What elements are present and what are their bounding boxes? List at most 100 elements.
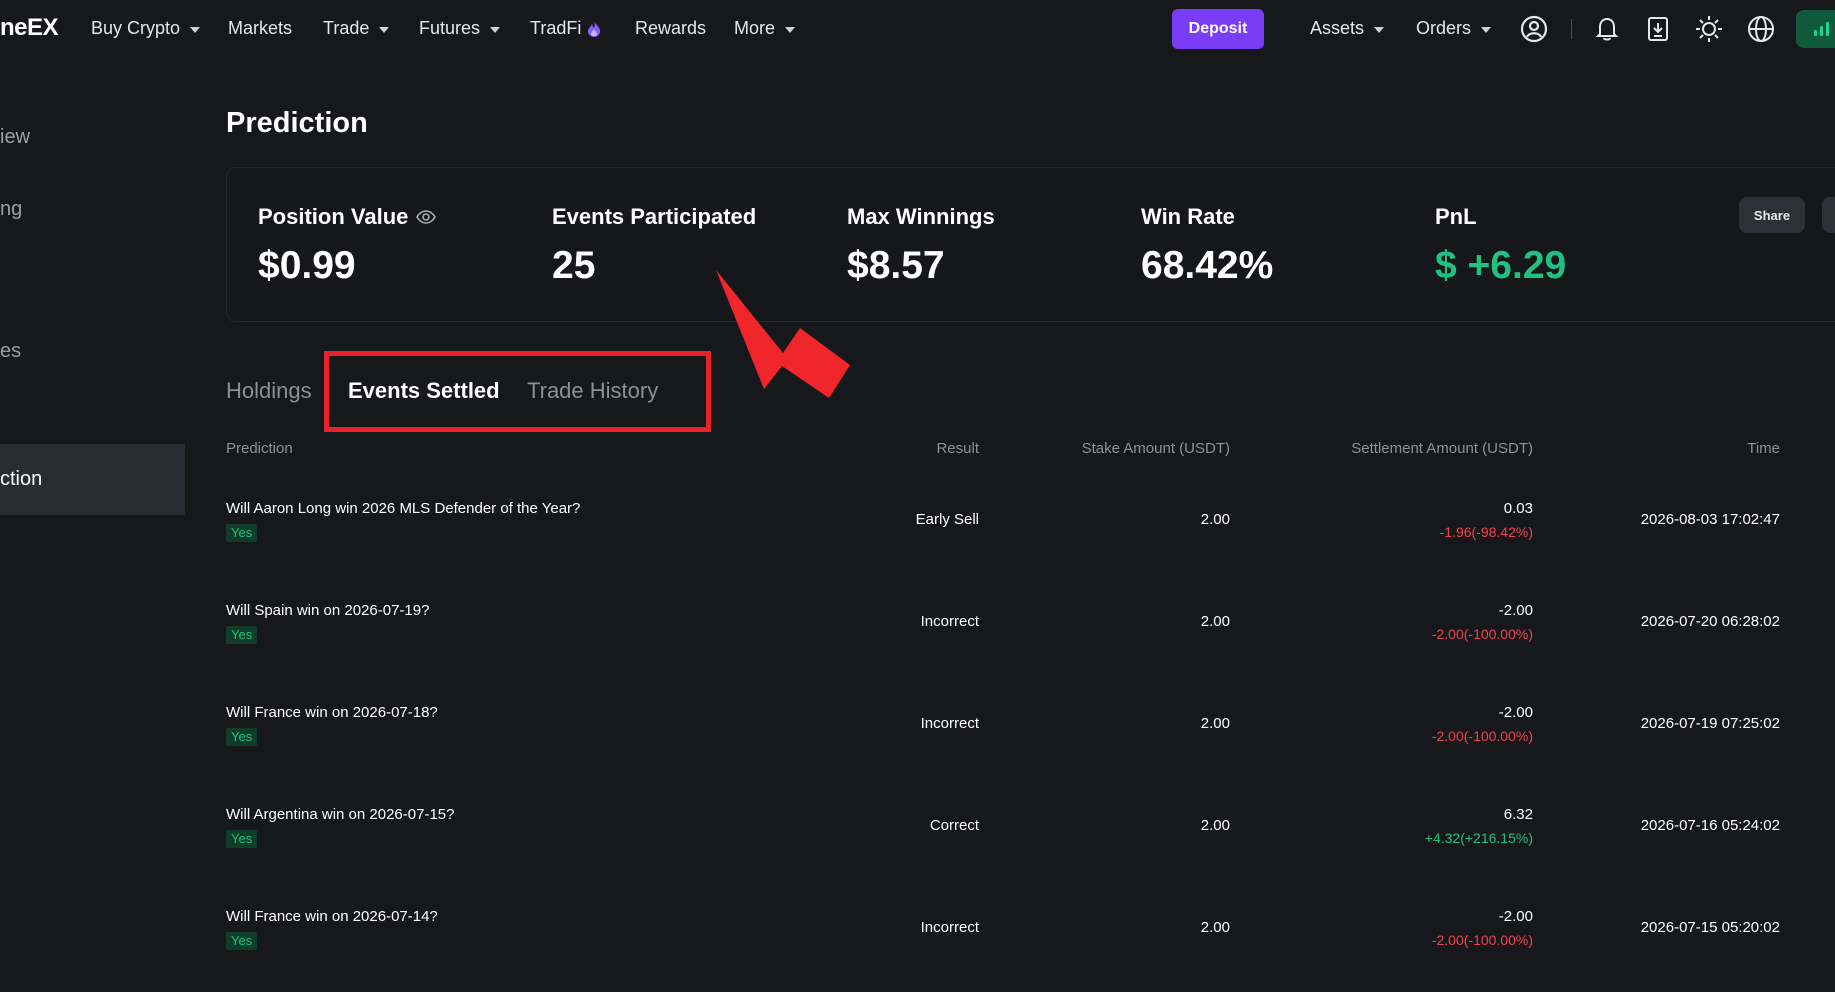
logo[interactable]: neEX (0, 14, 59, 42)
table-row[interactable]: Will France win on 2026-07-14? Yes Incor… (226, 908, 1786, 992)
account-icon[interactable] (1519, 14, 1549, 44)
side-badge: Yes (226, 524, 258, 542)
settlement-pnl: -2.00(-100.00%) (1431, 728, 1533, 744)
page-title: Prediction (226, 107, 368, 139)
chevron-down-icon (190, 26, 201, 33)
prediction-question: Will France win on 2026-07-14? (226, 908, 438, 925)
prediction-question: Will France win on 2026-07-18? (226, 704, 438, 721)
side-badge: Yes (226, 830, 258, 848)
theme-sun-icon[interactable] (1694, 14, 1724, 44)
stat-value: $8.57 (847, 244, 945, 287)
sidebar-item-prediction[interactable]: ction (0, 444, 185, 515)
sidebar-item-overview[interactable]: iew (0, 126, 30, 149)
nav-rewards[interactable]: Rewards (635, 18, 706, 39)
nav-divider (1571, 19, 1572, 39)
prediction-question: Will Spain win on 2026-07-19? (226, 602, 430, 619)
nav-label: Trade (323, 18, 370, 38)
nav-tradfi[interactable]: TradFi (530, 18, 601, 39)
bell-icon[interactable] (1592, 14, 1622, 44)
globe-icon[interactable] (1746, 14, 1776, 44)
side-badge: Yes (226, 728, 258, 746)
stat-position-value: Position Value $0.99 (258, 204, 437, 288)
stake-cell: 2.00 (1200, 715, 1230, 732)
nav-label: TradFi (530, 18, 582, 38)
result-cell: Incorrect (920, 715, 979, 732)
time-cell: 2026-07-15 05:20:02 (1640, 919, 1780, 936)
chevron-down-icon (490, 26, 501, 33)
table-row[interactable]: Will Aaron Long win 2026 MLS Defender of… (226, 500, 1786, 602)
sidebar-item-trading[interactable]: ng (0, 198, 22, 221)
stat-value: 68.42% (1141, 244, 1274, 287)
stat-label: Position Value (258, 204, 409, 229)
time-cell: 2026-07-19 07:25:02 (1640, 715, 1780, 732)
deposit-button[interactable]: Deposit (1172, 9, 1264, 49)
nav-assets[interactable]: Assets (1310, 18, 1385, 39)
nav-label: Rewards (635, 18, 707, 38)
nav-buy-crypto[interactable]: Buy Crypto (91, 18, 201, 39)
settlement-pnl: -2.00(-100.00%) (1431, 626, 1533, 642)
side-badge: Yes (226, 932, 258, 950)
stake-cell: 2.00 (1200, 817, 1230, 834)
flame-icon (588, 20, 601, 37)
chevron-down-icon (379, 26, 390, 33)
nav-label: Markets (228, 18, 293, 38)
column-header-result: Result (936, 440, 979, 457)
nav-label: More (734, 18, 776, 38)
settlement-cell: 0.03 (1503, 500, 1533, 517)
table-row[interactable]: Will France win on 2026-07-18? Yes Incor… (226, 704, 1786, 806)
prediction-question: Will Argentina win on 2026-07-15? (226, 806, 455, 823)
nav-orders[interactable]: Orders (1416, 18, 1492, 39)
settlement-cell: -2.00 (1498, 704, 1533, 721)
chevron-down-icon (1374, 26, 1385, 33)
stat-label: Events Participated (552, 204, 757, 229)
stat-label: Win Rate (1141, 204, 1235, 229)
time-cell: 2026-07-20 06:28:02 (1640, 613, 1780, 630)
download-icon[interactable] (1643, 14, 1673, 44)
stat-label: Max Winnings (847, 204, 995, 229)
column-header-settlement: Settlement Amount (USDT) (1351, 440, 1533, 457)
eye-icon[interactable] (416, 210, 437, 224)
column-header-prediction: Prediction (226, 440, 293, 457)
result-cell: Correct (929, 817, 979, 834)
time-cell: 2026-07-16 05:24:02 (1640, 817, 1780, 834)
share-button[interactable]: Share (1739, 197, 1805, 233)
table-row[interactable]: Will Argentina win on 2026-07-15? Yes Co… (226, 806, 1786, 908)
tab-holdings[interactable]: Holdings (226, 378, 312, 404)
chevron-down-icon (1481, 26, 1492, 33)
column-header-stake: Stake Amount (USDT) (1081, 440, 1230, 457)
stake-cell: 2.00 (1200, 919, 1230, 936)
result-cell: Incorrect (920, 613, 979, 630)
nav-futures[interactable]: Futures (419, 18, 501, 39)
prediction-question: Will Aaron Long win 2026 MLS Defender of… (226, 500, 581, 517)
nav-trade[interactable]: Trade (323, 18, 390, 39)
nav-markets[interactable]: Markets (228, 18, 292, 39)
stat-value: $0.99 (258, 244, 356, 287)
stats-card: Position Value $0.99 Events Participated… (226, 167, 1835, 322)
time-cell: 2026-08-03 17:02:47 (1640, 511, 1780, 528)
settlement-cell: -2.00 (1498, 908, 1533, 925)
stake-cell: 2.00 (1200, 613, 1230, 630)
stat-label: PnL (1435, 204, 1477, 229)
chevron-down-icon (785, 26, 796, 33)
settlement-pnl: -2.00(-100.00%) (1431, 932, 1533, 948)
sidebar-item-futures[interactable]: es (0, 340, 21, 363)
sidebar-item-label: ction (0, 468, 43, 490)
nav-more[interactable]: More (734, 18, 796, 39)
column-header-time: Time (1747, 440, 1780, 457)
sidebar: iew ng es ction (0, 58, 185, 992)
table-row[interactable]: Will Spain win on 2026-07-19? Yes Incorr… (226, 602, 1786, 704)
settlement-pnl: -1.96(-98.42%) (1439, 524, 1533, 540)
signal-bar (1826, 22, 1829, 36)
top-navigation: neEX Buy Crypto Markets Trade Futures Tr… (0, 0, 1835, 58)
stat-win-rate: Win Rate 68.42% (1141, 204, 1273, 288)
signal-button[interactable] (1796, 10, 1835, 48)
stat-max-winnings: Max Winnings $8.57 (847, 204, 995, 288)
stake-cell: 2.00 (1200, 511, 1230, 528)
annotation-highlight-box (324, 351, 711, 432)
settlement-cell: 6.32 (1503, 806, 1533, 823)
annotation-arrow-icon (716, 270, 850, 398)
nav-label: Futures (419, 18, 481, 38)
nav-label: Buy Crypto (91, 18, 181, 38)
more-button[interactable] (1822, 197, 1835, 233)
settlement-cell: -2.00 (1498, 602, 1533, 619)
